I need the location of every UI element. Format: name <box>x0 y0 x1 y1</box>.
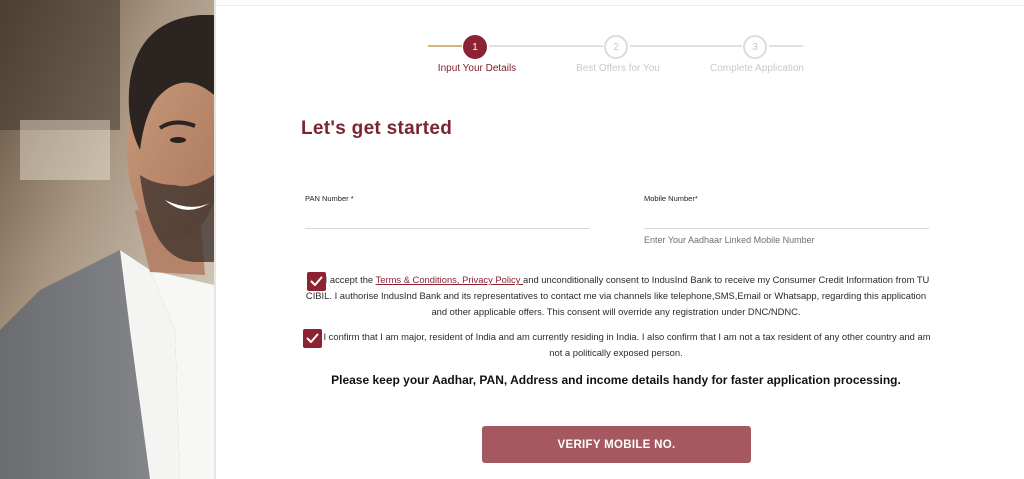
mobile-hint: Enter Your Aadhaar Linked Mobile Number <box>644 235 815 245</box>
checkmark-icon <box>310 276 323 286</box>
terms-privacy-link[interactable]: Terms & Conditions, Privacy Policy <box>376 274 523 285</box>
step-1-indicator: 1 <box>463 35 487 59</box>
progress-stepper: 1 2 3 Input Your Details Best Offers for… <box>416 32 836 82</box>
step-3-label: Complete Application <box>710 63 804 74</box>
hero-photo-illustration <box>0 0 214 479</box>
step-line-before-1 <box>428 45 462 47</box>
consent-terms-checkbox[interactable] <box>307 272 326 291</box>
step-line-1-2 <box>489 45 603 47</box>
mobile-label: Mobile Number* <box>644 194 698 203</box>
step-line-after-3 <box>769 45 803 47</box>
checkmark-icon <box>306 333 319 343</box>
step-line-2-3 <box>630 45 742 47</box>
consent-terms-text: I accept the Terms & Conditions, Privacy… <box>300 272 932 320</box>
mobile-field: Mobile Number* Enter Your Aadhaar Linked… <box>644 194 929 245</box>
mobile-input[interactable] <box>644 217 929 229</box>
consent-terms-text-before: I accept the <box>324 274 376 285</box>
consent-residency-checkbox[interactable] <box>303 329 322 348</box>
step-1-label: Input Your Details <box>437 63 517 74</box>
step-2-indicator: 2 <box>604 35 628 59</box>
top-rule <box>216 5 1024 6</box>
page-title: Let's get started <box>301 118 453 139</box>
consent-residency: I confirm that I am major, resident of I… <box>300 329 932 361</box>
consent-residency-text: I confirm that I am major, resident of I… <box>300 329 932 361</box>
verify-mobile-button[interactable]: VERIFY MOBILE NO. <box>482 426 751 463</box>
step-3-indicator: 3 <box>743 35 767 59</box>
pan-input[interactable] <box>305 217 590 229</box>
hero-photo <box>0 0 214 479</box>
consent-residency-text-body: I confirm that I am major, resident of I… <box>323 331 931 358</box>
consent-terms: I accept the Terms & Conditions, Privacy… <box>300 272 932 320</box>
pan-label: PAN Number * <box>305 194 354 203</box>
panel-divider <box>214 0 216 479</box>
documents-notice: Please keep your Aadhar, PAN, Address an… <box>331 373 901 387</box>
step-2-label: Best Offers for You <box>576 63 660 74</box>
pan-field: PAN Number * <box>305 194 590 229</box>
